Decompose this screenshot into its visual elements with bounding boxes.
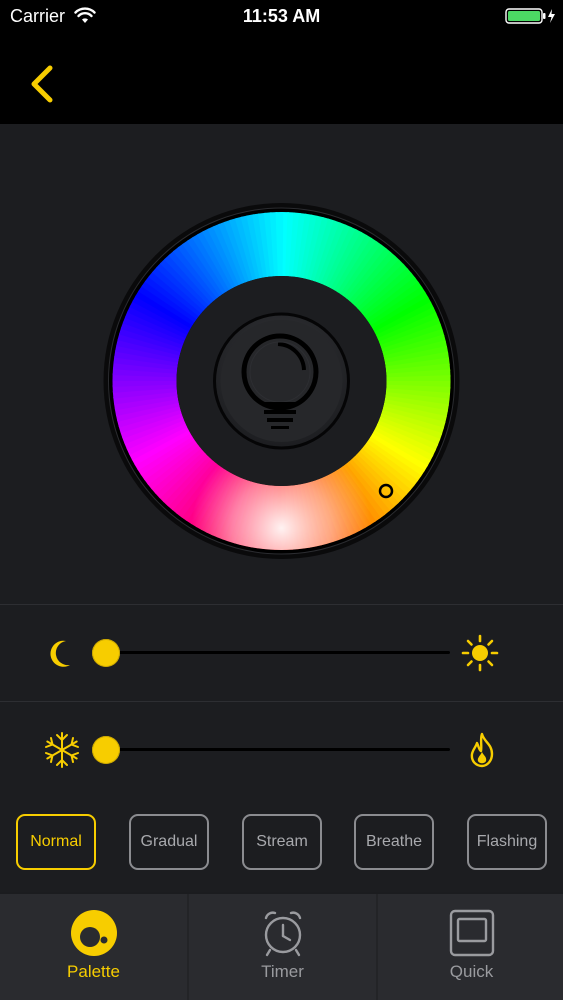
temperature-slider-track[interactable] xyxy=(106,748,450,751)
moon-icon xyxy=(50,640,70,667)
status-bar: Carrier 11:53 AM xyxy=(0,0,563,34)
snowflake-icon xyxy=(45,732,79,768)
mode-breathe-button[interactable]: Breathe xyxy=(354,814,434,870)
temperature-slider-thumb[interactable] xyxy=(92,736,120,764)
brightness-slider-row xyxy=(0,605,563,701)
temperature-slider-row xyxy=(0,702,563,798)
flame-icon xyxy=(470,732,494,768)
alarm-clock-icon xyxy=(264,911,301,957)
battery-icon xyxy=(505,8,555,24)
mode-stream-button[interactable]: Stream xyxy=(242,814,322,870)
mode-gradual-button[interactable]: Gradual xyxy=(129,814,209,870)
tab-bar: Palette Timer Quick xyxy=(0,894,563,1000)
mode-selector: Normal Gradual Stream Breathe Flashing xyxy=(0,796,563,892)
status-time: 11:53 AM xyxy=(242,6,321,26)
mode-flashing-button[interactable]: Flashing xyxy=(467,814,547,870)
quick-icon xyxy=(449,909,494,957)
tab-palette[interactable]: Palette xyxy=(0,894,187,1000)
navigation-bar xyxy=(0,34,563,124)
color-wheel[interactable] xyxy=(0,124,563,604)
mode-normal-button[interactable]: Normal xyxy=(16,814,96,870)
tab-quick[interactable]: Quick xyxy=(378,894,563,1000)
tab-palette-label: Palette xyxy=(67,962,120,981)
brightness-slider-track[interactable] xyxy=(106,651,450,654)
palette-icon xyxy=(70,910,117,956)
tab-quick-label: Quick xyxy=(449,962,494,981)
sun-icon xyxy=(461,634,499,672)
tab-timer-label: Timer xyxy=(261,962,304,981)
color-wheel-area xyxy=(0,124,563,604)
back-button[interactable] xyxy=(22,62,62,106)
tab-timer[interactable]: Timer xyxy=(189,894,376,1000)
brightness-slider-thumb[interactable] xyxy=(92,639,120,667)
